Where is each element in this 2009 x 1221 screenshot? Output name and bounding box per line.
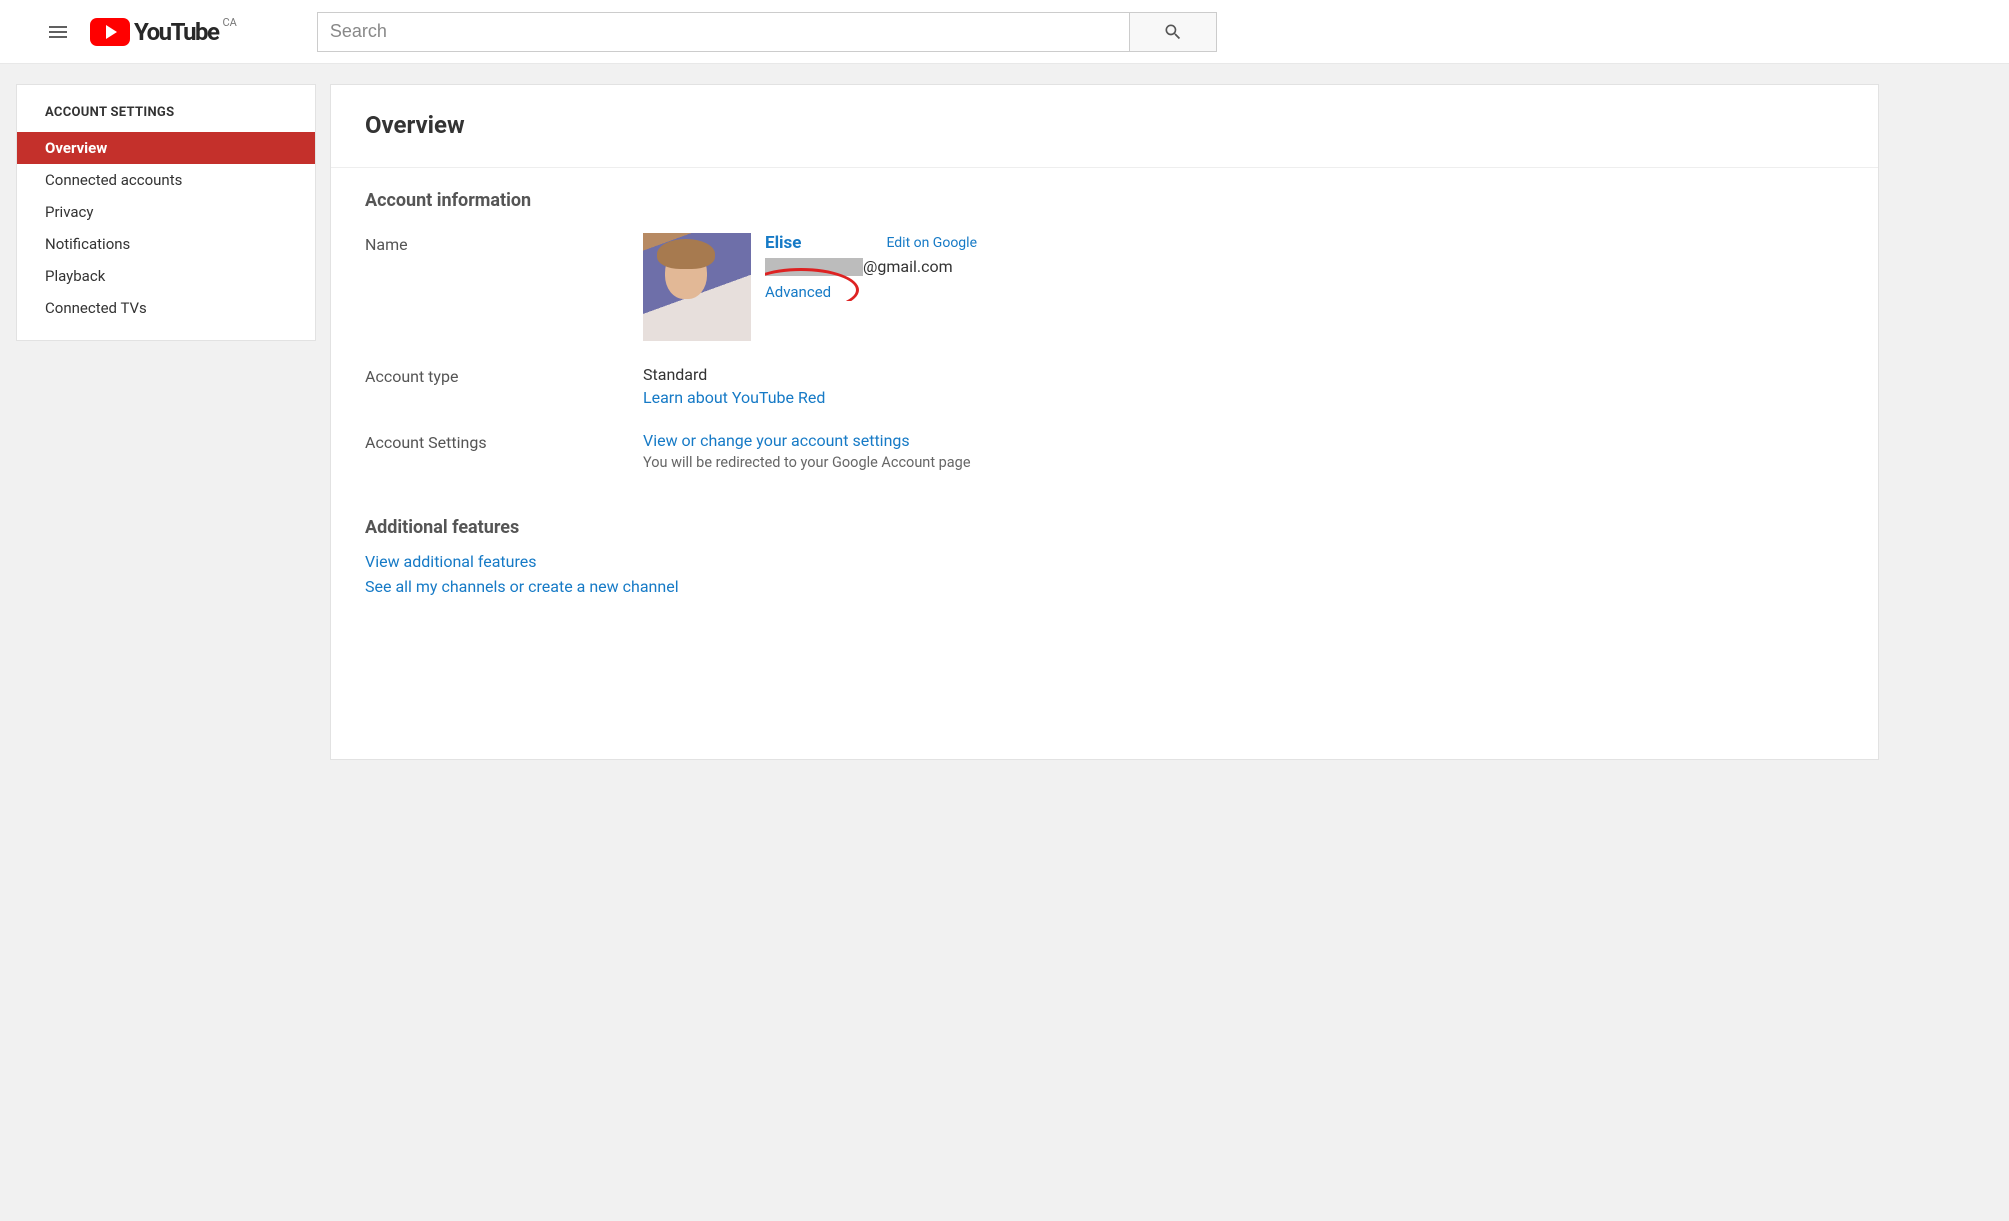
edit-on-google-link[interactable]: Edit on Google — [886, 235, 977, 251]
account-settings-link[interactable]: View or change your account settings — [643, 431, 1844, 450]
sidebar-item-overview[interactable]: Overview — [17, 132, 315, 164]
email-line: @gmail.com — [765, 257, 1844, 276]
sidebar-item-connected-accounts[interactable]: Connected accounts — [17, 164, 315, 196]
view-additional-features-link[interactable]: View additional features — [365, 552, 1844, 571]
channel-name-link[interactable]: Elise — [765, 233, 801, 253]
section-account-info-title: Account information — [365, 190, 1844, 211]
search-button[interactable] — [1129, 12, 1217, 52]
sidebar: ACCOUNT SETTINGS Overview Connected acco… — [16, 84, 316, 341]
sidebar-item-notifications[interactable]: Notifications — [17, 228, 315, 260]
sidebar-item-connected-tvs[interactable]: Connected TVs — [17, 292, 315, 324]
account-type-value: Standard — [643, 365, 1844, 384]
header: YouTube CA — [0, 0, 2009, 64]
label-account-settings: Account Settings — [365, 431, 643, 452]
label-account-type: Account type — [365, 365, 643, 386]
youtube-play-icon — [90, 18, 130, 46]
account-settings-subtext: You will be redirected to your Google Ac… — [643, 454, 1844, 471]
sidebar-item-privacy[interactable]: Privacy — [17, 196, 315, 228]
search-wrap — [317, 12, 1217, 52]
email-domain: @gmail.com — [863, 257, 953, 276]
section-additional-title: Additional features — [365, 517, 1844, 538]
row-account-settings: Account Settings View or change your acc… — [365, 431, 1844, 471]
avatar[interactable] — [643, 233, 751, 341]
youtube-logo[interactable]: YouTube CA — [90, 18, 237, 46]
search-input[interactable] — [317, 12, 1129, 52]
sidebar-item-playback[interactable]: Playback — [17, 260, 315, 292]
logo-country: CA — [222, 16, 236, 29]
main-header: Overview — [331, 85, 1878, 168]
main-body: Account information Name Elise Edit on G… — [331, 168, 1878, 636]
row-account-type: Account type Standard Learn about YouTub… — [365, 365, 1844, 407]
additional-features-section: Additional features View additional feat… — [365, 517, 1844, 596]
sidebar-title: ACCOUNT SETTINGS — [17, 85, 315, 132]
label-name: Name — [365, 233, 643, 254]
youtube-red-link[interactable]: Learn about YouTube Red — [643, 388, 1844, 407]
search-icon — [1163, 22, 1183, 42]
body: ACCOUNT SETTINGS Overview Connected acco… — [0, 64, 2009, 760]
logo-text: YouTube — [134, 18, 218, 46]
value-name: Elise Edit on Google @gmail.com Advanced — [643, 233, 1844, 341]
advanced-link[interactable]: Advanced — [765, 283, 831, 301]
page-title: Overview — [365, 111, 1844, 139]
main-panel: Overview Account information Name Elise … — [330, 84, 1879, 760]
hamburger-menu-icon[interactable] — [40, 14, 76, 50]
row-name: Name Elise Edit on Google @gmail.com — [365, 233, 1844, 341]
see-all-channels-link[interactable]: See all my channels or create a new chan… — [365, 577, 1844, 596]
email-redacted — [765, 258, 863, 276]
